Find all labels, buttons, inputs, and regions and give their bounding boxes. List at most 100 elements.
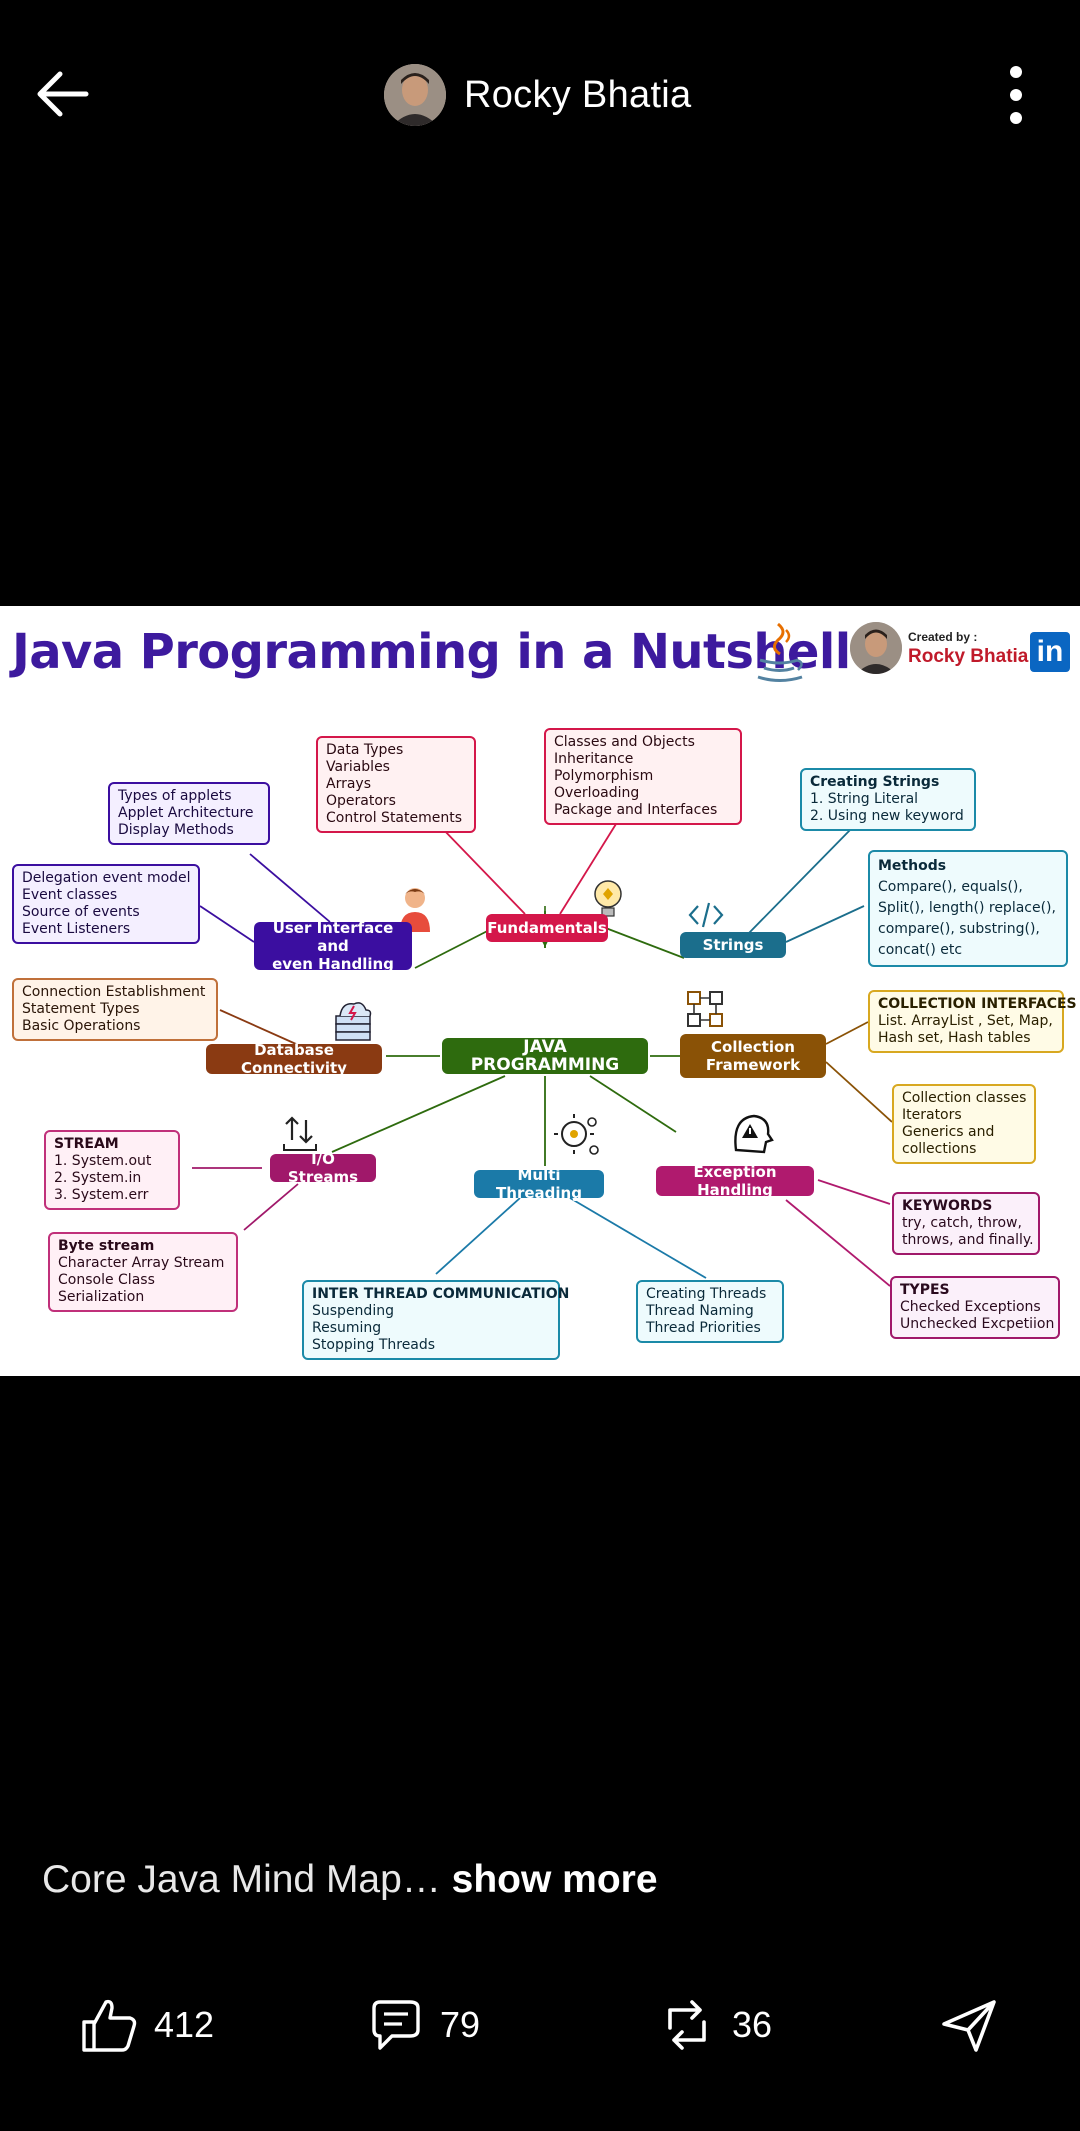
post-caption[interactable]: Core Java Mind Map… show more [42,1858,658,1902]
box-line: Control Statements [326,810,463,826]
box-line: Arrays [326,776,372,792]
box-line: Overloading [554,785,640,801]
box-connection: Connection Establishment Statement Types… [12,978,218,1041]
comment-count: 79 [440,2004,481,2045]
box-line: Thread Naming [646,1303,754,1319]
caption-text: Core Java Mind Map… [42,1858,441,1901]
framework-icon [687,991,723,1027]
box-inter-thread: INTER THREAD COMMUNICATION Suspending Re… [302,1280,570,1360]
box-line: Stopping Threads [312,1337,436,1353]
repost-count: 36 [732,2004,773,2045]
author-name[interactable]: Rocky Bhatia [464,74,691,117]
box-creating-threads: Creating Threads Thread Naming Thread Pr… [636,1280,784,1343]
hub-multithreading: Multi Threading [474,1166,604,1202]
comment-icon [372,2000,420,2050]
code-icon [688,902,724,928]
box-events: Delegation event model Event classes Sou… [12,864,200,944]
box-line: Compare(), equals(), [878,879,1023,895]
box-line: compare(), substring(), [878,921,1040,937]
box-creating-strings: Creating Strings 1. String Literal 2. Us… [800,768,976,831]
like-button[interactable]: 412 [78,1985,214,2065]
box-applets: Types of applets Applet Architecture Dis… [108,782,270,845]
post-image-mind-map[interactable]: Java Programming in a Nutshell Created b… [0,606,1080,1376]
box-line: 1. System.out [54,1153,152,1169]
box-line: Classes and Objects [554,734,695,750]
hub-database: Database Connectivity [206,1041,382,1077]
box-heading: COLLECTION INTERFACES [878,996,1077,1012]
box-byte-stream: Byte stream Character Array Stream Conso… [48,1232,238,1312]
comment-button[interactable]: 79 [364,1985,480,2065]
box-line: Console Class [58,1272,155,1288]
box-line: Source of events [22,904,140,920]
hub-exception: Exception Handling [656,1163,814,1199]
box-keywords: KEYWORDS try, catch, throw, throws, and … [892,1192,1040,1255]
box-heading: Creating Strings [810,774,940,790]
box-line: Resuming [312,1320,382,1336]
hub-fundamentals: Fundamentals [486,914,608,942]
box-heading: KEYWORDS [902,1198,993,1214]
box-heading: TYPES [900,1282,950,1298]
more-vertical-icon[interactable] [990,62,1042,128]
box-line: Unchecked Excpetiion [900,1316,1055,1332]
box-line: Event classes [22,887,118,903]
box-line: Checked Exceptions [900,1299,1041,1315]
box-line: Package and Interfaces [554,802,718,818]
box-line: Operators [326,793,396,809]
box-line: throws, and finally. [902,1232,1034,1248]
box-heading: Byte stream [58,1238,155,1254]
box-line: Generics and [902,1124,995,1140]
box-line: concat() etc [878,942,963,958]
like-count: 412 [154,2004,215,2045]
back-arrow-icon[interactable] [30,62,94,126]
show-more-link[interactable]: show more [452,1858,658,1901]
warning-head-icon [734,1114,774,1154]
box-line: Thread Priorities [646,1320,761,1336]
box-line: Polymorphism [554,768,654,784]
box-line: Iterators [902,1107,962,1123]
box-line: Variables [326,759,390,775]
hub-strings: Strings [680,932,786,958]
box-line: Suspending [312,1303,394,1319]
database-icon [335,1002,372,1041]
post-author[interactable]: Rocky Bhatia [384,62,691,128]
center-node: JAVA PROGRAMMING [442,1038,648,1074]
box-line: Delegation event model [22,870,191,886]
box-line: Types of applets [118,788,232,804]
hub-collection: Collection Framework [680,1034,826,1078]
hub-ui: User Interface and even Handling [254,919,412,973]
box-line: 2. Using new keyword [810,808,964,824]
box-collection-interfaces: COLLECTION INTERFACES List. ArrayList , … [868,990,1077,1053]
box-line: 2. System.in [54,1170,142,1186]
box-line: Display Methods [118,822,234,838]
box-line: Inheritance [554,751,634,767]
box-line: Data Types [326,742,404,758]
box-line: Collection classes [902,1090,1027,1106]
repost-icon [668,2000,706,2050]
box-line: Creating Threads [646,1286,767,1302]
box-collection-classes: Collection classes Iterators Generics an… [892,1084,1036,1164]
box-line: 1. String Literal [810,791,919,807]
box-heading: Methods [878,858,947,874]
box-line: 3. System.err [54,1187,149,1203]
box-line: Split(), length() replace(), [878,900,1056,916]
top-bar: Rocky Bhatia [0,0,1080,190]
box-stream: STREAM 1. System.out 2. System.in 3. Sys… [44,1130,180,1210]
repost-button[interactable]: 36 [656,1985,772,2065]
box-line: collections [902,1141,977,1157]
transfer-arrows-icon [283,1116,317,1151]
box-line: Statement Types [22,1001,140,1017]
send-button[interactable] [938,1985,1000,2065]
box-line: try, catch, throw, [902,1215,1022,1231]
box-line: List. ArrayList , Set, Map, [878,1013,1053,1029]
box-line: Event Listeners [22,921,131,937]
hub-io-streams: I/O Streams [270,1150,376,1186]
thumbs-up-icon [82,1999,137,2052]
box-heading: INTER THREAD COMMUNICATION [312,1286,570,1302]
box-line: Connection Establishment [22,984,206,1000]
send-icon [942,2000,996,2052]
hub-ui-line1: User Interface and [272,919,394,955]
box-oop: Classes and Objects Inheritance Polymorp… [544,728,742,825]
hub-collection-line1: Collection [711,1038,795,1056]
action-bar: 412 79 36 [0,1985,1080,2065]
avatar[interactable] [384,64,446,126]
